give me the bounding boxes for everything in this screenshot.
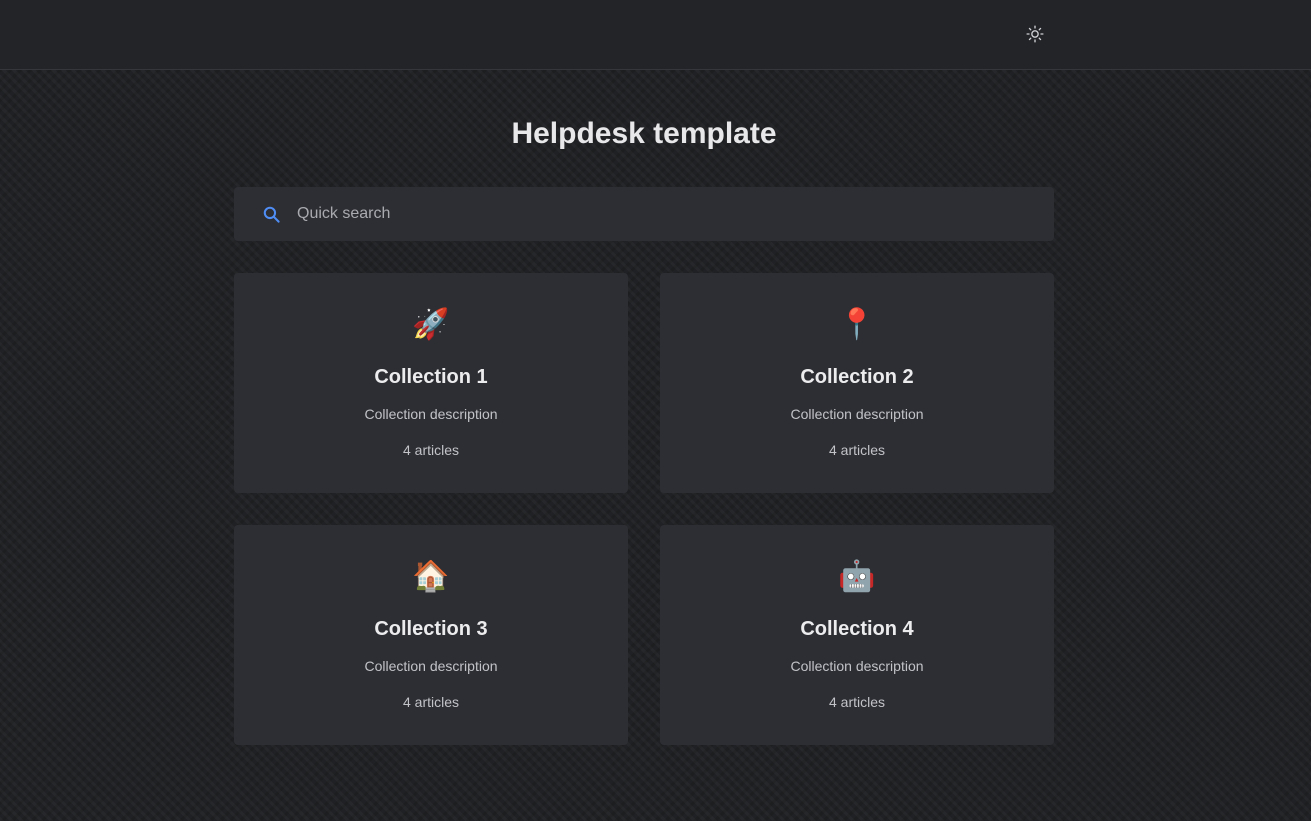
collection-article-count: 4 articles: [402, 694, 460, 710]
search-icon: [263, 206, 280, 223]
collection-card-3[interactable]: 🏠 Collection 3 Collection description 4 …: [234, 525, 628, 745]
sun-icon: [1026, 25, 1044, 43]
main-content: Helpdesk template 🚀 Collection 1 Collect…: [234, 70, 1054, 745]
collection-description: Collection description: [790, 658, 924, 674]
collection-description: Collection description: [790, 406, 924, 422]
rocket-icon: 🚀: [412, 307, 450, 342]
collection-card-4[interactable]: 🤖 Collection 4 Collection description 4 …: [660, 525, 1054, 745]
collection-article-count: 4 articles: [828, 442, 886, 458]
collection-description: Collection description: [364, 406, 498, 422]
collection-title: Collection 3: [374, 618, 488, 640]
search-box[interactable]: [234, 186, 1054, 242]
house-icon: 🏠: [412, 559, 450, 594]
search-input[interactable]: [281, 186, 1054, 242]
collections-grid: 🚀 Collection 1 Collection description 4 …: [234, 273, 1054, 745]
collection-article-count: 4 articles: [828, 694, 886, 710]
pin-icon: 📍: [838, 307, 876, 342]
robot-icon: 🤖: [838, 559, 876, 594]
collection-description: Collection description: [364, 658, 498, 674]
collection-card-2[interactable]: 📍 Collection 2 Collection description 4 …: [660, 273, 1054, 493]
collection-title: Collection 1: [374, 366, 488, 388]
collection-title: Collection 4: [800, 618, 914, 640]
collection-card-1[interactable]: 🚀 Collection 1 Collection description 4 …: [234, 273, 628, 493]
collection-article-count: 4 articles: [402, 442, 460, 458]
collection-title: Collection 2: [800, 366, 914, 388]
top-bar: [0, 0, 1311, 70]
page-title: Helpdesk template: [511, 117, 777, 150]
theme-toggle-button[interactable]: [1022, 21, 1048, 47]
